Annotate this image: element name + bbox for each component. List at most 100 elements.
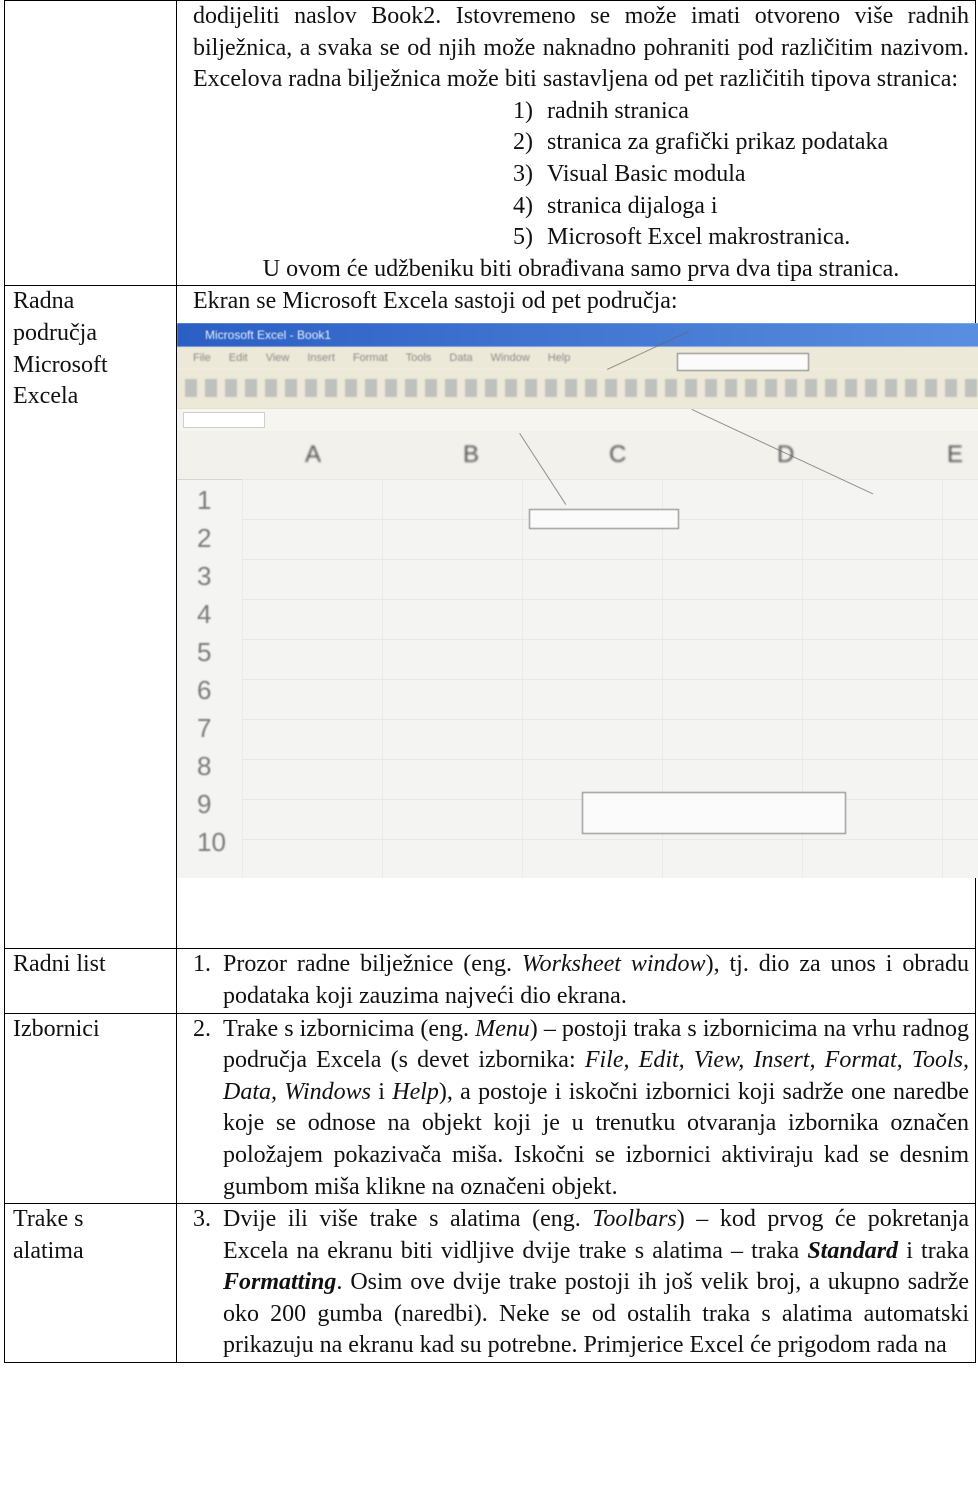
intro-paragraph: dodijeliti naslov Book2. Istovremeno se … xyxy=(193,3,969,93)
toolbars-label-callout xyxy=(817,503,892,517)
toolbar-button-icon xyxy=(925,378,937,397)
toolbar-button-icon xyxy=(845,378,857,397)
toolbar-button-icon xyxy=(185,378,197,397)
row-text: Dvije ili više trake s alatima (eng. Too… xyxy=(223,1206,970,1359)
intro-label-cell xyxy=(4,0,177,287)
menu-item: Help xyxy=(547,351,571,364)
document-page: dodijeliti naslov Book2. Istovremeno se … xyxy=(0,0,978,1485)
toolbar-button-icon xyxy=(625,378,637,397)
toolbar-button-icon xyxy=(725,378,737,397)
worksheet-row: Radni list 1. Prozor radne bilježnice (en… xyxy=(4,948,976,1014)
toolbar-button-icon xyxy=(245,378,257,397)
toolbar-button-icon xyxy=(225,378,237,397)
formula-bar-callout xyxy=(529,508,679,529)
menu-item: Edit xyxy=(228,351,248,364)
menu-item: Window xyxy=(490,351,530,364)
excel-screenshot: Microsoft Excel - Book1 File Edit View Inse… xyxy=(177,322,978,878)
toolbar-button-icon xyxy=(605,378,617,397)
row-label: Radni list xyxy=(4,948,177,1014)
column-header: E xyxy=(947,440,964,468)
toolbar-button-icon xyxy=(265,378,277,397)
column-header: A xyxy=(305,440,322,468)
intro-row: dodijeliti naslov Book2. Istovremeno se … xyxy=(4,0,976,287)
toolbar-callout xyxy=(677,352,809,371)
excel-menu-bar: File Edit View Insert Format Tools Data Window H… xyxy=(177,346,978,369)
row-header: 2 xyxy=(197,522,212,553)
toolbar-button-icon xyxy=(825,378,837,397)
menu-item: Tools xyxy=(405,351,432,364)
row-header: 4 xyxy=(197,598,212,629)
column-header: B xyxy=(463,440,480,468)
toolbar-button-icon xyxy=(665,378,677,397)
column-headers: ABCDE xyxy=(177,430,978,480)
toolbar-button-icon xyxy=(765,378,777,397)
toolbar-button-icon xyxy=(465,378,477,397)
toolbar-button-icon xyxy=(585,378,597,397)
row-header: 7 xyxy=(197,712,212,743)
row-header: 10 xyxy=(197,826,226,857)
row-text: Trake s izbornicima (eng. Menu) – postoj… xyxy=(223,1015,970,1200)
toolbar-button-icon xyxy=(965,378,977,397)
name-box xyxy=(183,411,265,428)
row-body: 1. Prozor radne bilježnice (eng. Workshee… xyxy=(176,948,976,1014)
excel-title-bar: Microsoft Excel - Book1 xyxy=(177,322,978,347)
toolbar-button-icon xyxy=(805,378,817,397)
toolbar-button-icon xyxy=(945,378,957,397)
toolbars-row: Trake s alatima 3. Dvije ili više trake s… xyxy=(4,1203,976,1364)
areas-row: Radna područja Microsoft Excela Ekran se… xyxy=(4,285,978,950)
toolbar-button-icon xyxy=(205,378,217,397)
intro-body-cell: dodijeliti naslov Book2. Istovremeno se … xyxy=(176,0,976,287)
toolbar-button-icon xyxy=(565,378,577,397)
list-item: 4) stranica dijaloga i xyxy=(513,192,718,219)
excel-formula-bar xyxy=(177,408,978,432)
list-item: 5) Microsoft Excel makrostranica. xyxy=(513,224,851,251)
toolbar-button-icon xyxy=(285,378,297,397)
toolbar-button-icon xyxy=(325,378,337,397)
toolbar-button-icon xyxy=(645,378,657,397)
toolbar-button-icon xyxy=(405,378,417,397)
row-header: 1 xyxy=(197,484,212,515)
row-body: 3. Dvije ili više trake s alatima (eng. T… xyxy=(176,1203,976,1364)
list-item: 1) radnih stranica xyxy=(513,97,689,124)
menu-item: Insert xyxy=(307,351,335,364)
intro-closing: U ovom će udžbeniku biti obrađivana samo… xyxy=(262,255,900,282)
areas-body-cell: Ekran se Microsoft Excela sastoji od pet… xyxy=(176,285,978,950)
row-text: Prozor radne bilježnice (eng. Worksheet … xyxy=(223,951,970,1009)
areas-label: Radna područja Microsoft Excela xyxy=(4,285,177,950)
row-header: 6 xyxy=(197,674,212,705)
row-body: 2. Trake s izbornicima (eng. Menu) – post… xyxy=(176,1012,976,1205)
toolbar-button-icon xyxy=(705,378,717,397)
toolbar-button-icon xyxy=(885,378,897,397)
areas-heading: Ekran se Microsoft Excela sastoji od pet… xyxy=(193,288,678,315)
list-item: 2) stranica za grafički prikaz podataka xyxy=(513,129,889,156)
toolbar-button-icon xyxy=(485,378,497,397)
toolbar-button-icon xyxy=(425,378,437,397)
toolbar-button-icon xyxy=(905,378,917,397)
toolbar-button-icon xyxy=(305,378,317,397)
toolbar-button-icon xyxy=(525,378,537,397)
toolbar-button-icon xyxy=(685,378,697,397)
toolbar-button-icon xyxy=(865,378,877,397)
row-header: 5 xyxy=(197,636,212,667)
menu-item: Format xyxy=(352,351,388,364)
excel-toolbars xyxy=(177,368,978,410)
menu-item: View xyxy=(265,351,290,364)
toolbar-button-icon xyxy=(445,378,457,397)
row-header: 3 xyxy=(197,560,212,591)
toolbar-button-icon xyxy=(385,378,397,397)
menus-row: Izbornici 2. Trake s izbornicima (eng. Me… xyxy=(4,1012,976,1205)
toolbar-button-icon xyxy=(345,378,357,397)
toolbar-button-icon xyxy=(545,378,557,397)
toolbar-button-icon xyxy=(745,378,757,397)
menu-item: Data xyxy=(449,351,473,364)
row-header: 8 xyxy=(197,750,212,781)
menu-item: File xyxy=(193,351,211,364)
workbook-window-callout xyxy=(582,791,846,834)
toolbar-button-icon xyxy=(505,378,517,397)
list-item: 3) Visual Basic modula xyxy=(513,160,746,187)
toolbar-button-icon xyxy=(365,378,377,397)
row-label: Izbornici xyxy=(4,1012,177,1205)
row-header: 9 xyxy=(197,788,212,819)
row-label: Trake s alatima xyxy=(4,1203,177,1364)
toolbar-button-icon xyxy=(785,378,797,397)
